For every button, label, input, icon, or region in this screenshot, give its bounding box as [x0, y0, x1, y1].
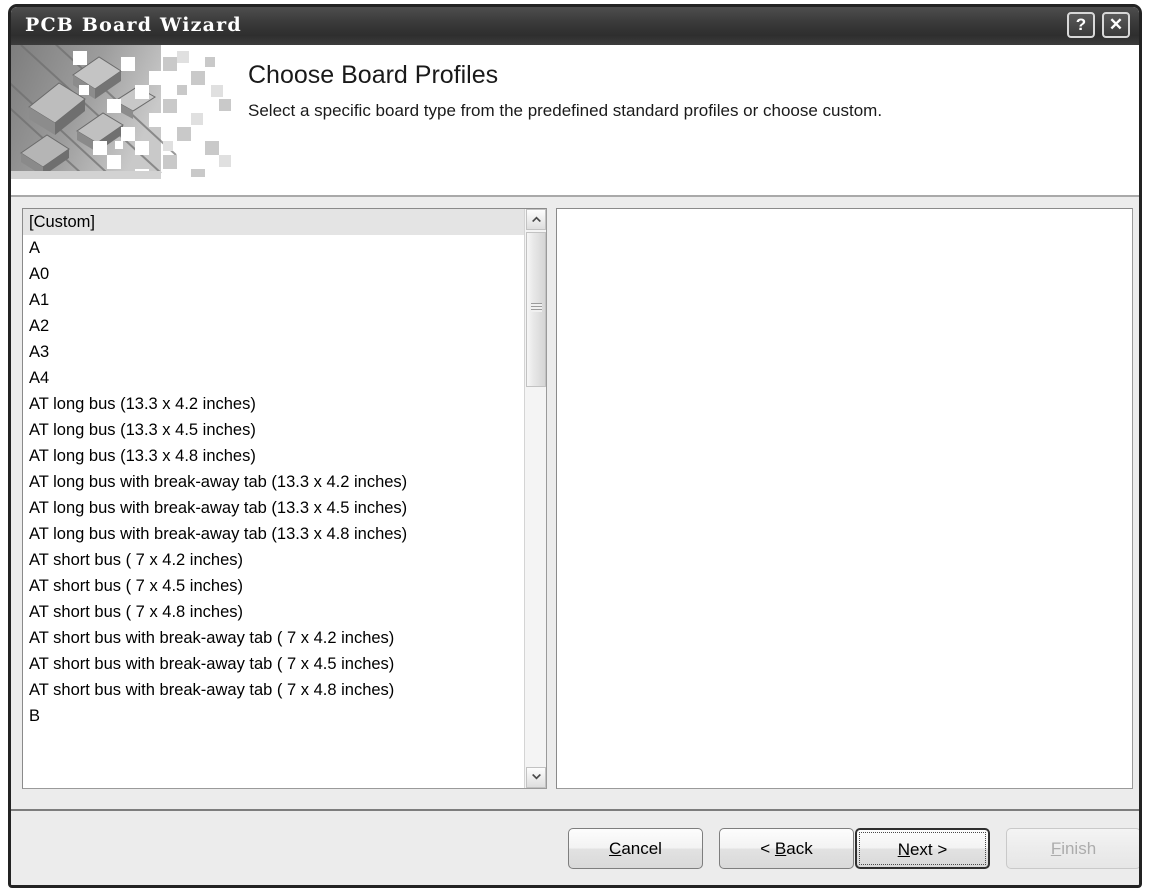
pcb-board-wizard-dialog: PCB Board Wizard ? ✕ Choose Board Profil… — [8, 4, 1142, 888]
back-button[interactable]: < Back — [719, 828, 854, 869]
list-item[interactable] — [23, 729, 524, 755]
scrollbar-thumb[interactable] — [526, 232, 546, 387]
chevron-down-icon[interactable] — [526, 767, 546, 788]
back-accel: B — [774, 839, 787, 858]
scrollbar-grip — [531, 303, 542, 312]
list-item[interactable]: [Custom] — [23, 209, 524, 235]
next-accel: N — [897, 840, 910, 859]
back-label-pre: < — [760, 839, 775, 858]
title-bar: PCB Board Wizard ? ✕ — [11, 7, 1139, 45]
list-item[interactable]: AT long bus with break-away tab (13.3 x … — [23, 469, 524, 495]
list-item[interactable]: A — [23, 235, 524, 261]
wizard-content: [Custom] A A0 A1 A2 A3 A4 AT long bus (13.3 x 4… — [11, 197, 1139, 809]
next-button[interactable]: Next > — [855, 828, 990, 869]
list-item[interactable]: AT long bus with break-away tab (13.3 x … — [23, 495, 524, 521]
list-item[interactable]: AT long bus (13.3 x 4.8 inches) — [23, 443, 524, 469]
chevron-up-icon[interactable] — [526, 209, 546, 230]
close-icon[interactable]: ✕ — [1102, 12, 1130, 38]
list-item[interactable]: AT long bus (13.3 x 4.2 inches) — [23, 391, 524, 417]
finish-label-post: inish — [1061, 839, 1097, 858]
finish-accel: F — [1050, 839, 1062, 858]
wizard-footer: Cancel < Back Next > Finish — [11, 809, 1139, 885]
list-item[interactable]: A4 — [23, 365, 524, 391]
list-item[interactable]: AT short bus with break-away tab ( 7 x 4… — [23, 651, 524, 677]
board-profile-list[interactable]: [Custom] A A0 A1 A2 A3 A4 AT long bus (13.3 x 4… — [23, 209, 524, 788]
list-item[interactable]: AT short bus with break-away tab ( 7 x 4… — [23, 677, 524, 703]
window-title: PCB Board Wizard — [25, 14, 242, 36]
list-item[interactable]: AT short bus ( 7 x 4.2 inches) — [23, 547, 524, 573]
list-item[interactable]: AT short bus ( 7 x 4.8 inches) — [23, 599, 524, 625]
list-item[interactable]: A3 — [23, 339, 524, 365]
back-label-post: ack — [786, 839, 813, 858]
wizard-header: Choose Board Profiles Select a specific … — [11, 45, 1139, 197]
list-item[interactable]: B — [23, 703, 524, 729]
cancel-accel: C — [609, 839, 622, 858]
cancel-button[interactable]: Cancel — [568, 828, 703, 869]
vertical-scrollbar[interactable] — [524, 209, 546, 788]
board-preview-pane — [556, 208, 1133, 789]
list-item[interactable]: A2 — [23, 313, 524, 339]
list-item[interactable]: A0 — [23, 261, 524, 287]
list-item[interactable]: AT long bus with break-away tab (13.3 x … — [23, 521, 524, 547]
list-item[interactable]: AT long bus (13.3 x 4.5 inches) — [23, 417, 524, 443]
page-subtitle: Select a specific board type from the pr… — [248, 101, 883, 120]
pcb-board-image — [11, 45, 239, 197]
cancel-label-post: ancel — [621, 839, 662, 858]
board-profile-listbox[interactable]: [Custom] A A0 A1 A2 A3 A4 AT long bus (13.3 x 4… — [22, 208, 547, 789]
list-item[interactable]: A1 — [23, 287, 524, 313]
finish-button: Finish — [1006, 828, 1139, 869]
next-label-post: ext > — [909, 840, 948, 859]
list-item[interactable]: AT short bus with break-away tab ( 7 x 4… — [23, 625, 524, 651]
list-item[interactable]: AT short bus ( 7 x 4.5 inches) — [23, 573, 524, 599]
help-icon[interactable]: ? — [1067, 12, 1095, 38]
page-title: Choose Board Profiles — [248, 61, 499, 89]
